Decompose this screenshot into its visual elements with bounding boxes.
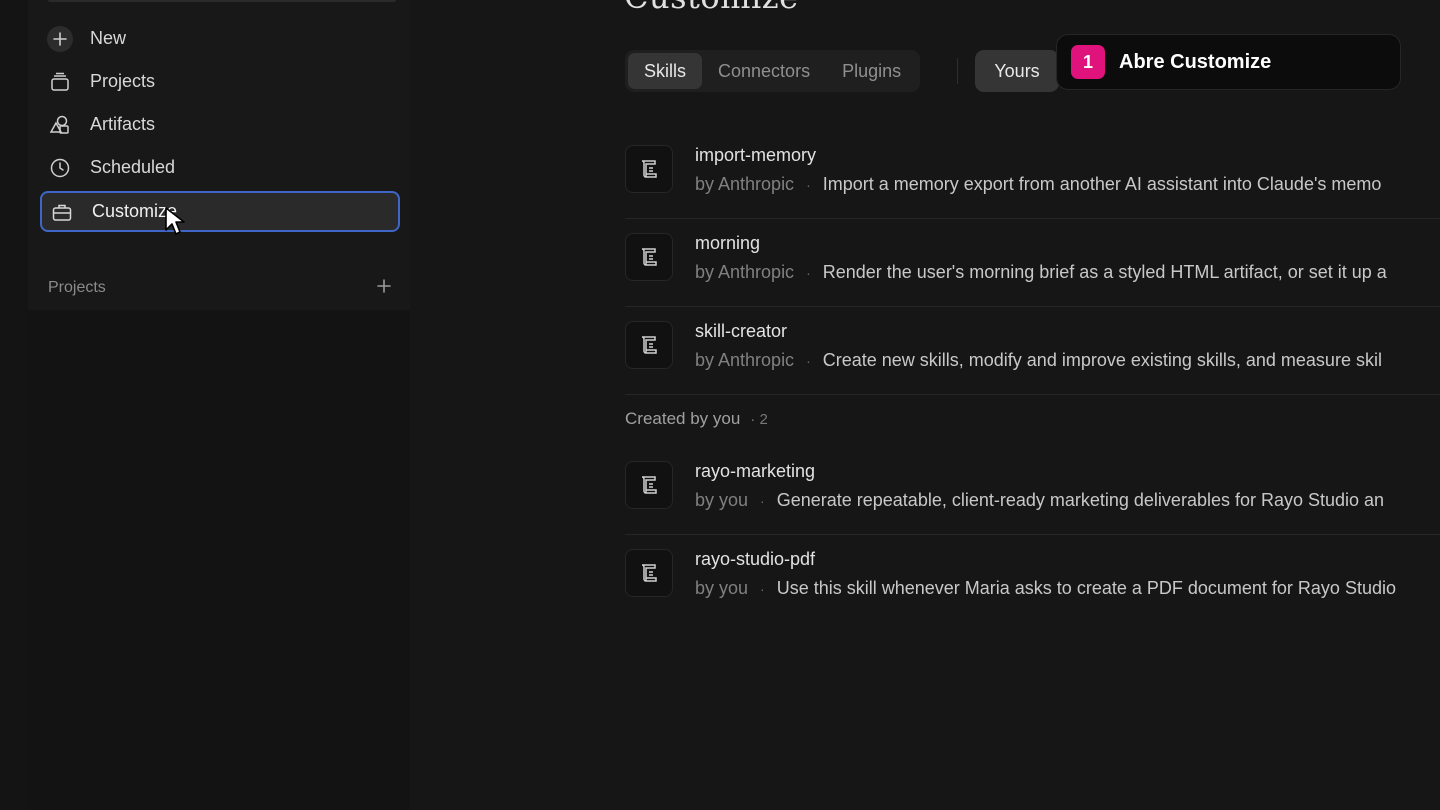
skill-description: Use this skill whenever Maria asks to cr… (776, 578, 1396, 598)
skill-name: import-memory (695, 145, 817, 165)
skill-row-rayo-marketing[interactable]: rayo-marketing by you · Generate repeata… (625, 447, 1440, 535)
tab-divider (957, 58, 958, 84)
projects-section-header: Projects (48, 276, 392, 300)
sidebar-item-new[interactable]: New (40, 18, 400, 59)
sidebar-search-edge (48, 0, 396, 2)
sidebar: New Projects Artifacts Scheduled Customi… (0, 0, 410, 810)
skill-author: by Anthropic (695, 262, 795, 282)
scroll-icon (625, 461, 673, 509)
skill-meta: by Anthropic · Import a memory export fr… (695, 174, 1381, 195)
skill-author: by Anthropic (695, 174, 795, 194)
skill-name: morning (695, 233, 761, 253)
separator-dot: · (806, 353, 811, 369)
skill-description: Import a memory export from another AI a… (822, 174, 1382, 194)
sidebar-lower (28, 310, 410, 810)
scroll-icon (625, 549, 673, 597)
skill-author: by Anthropic (695, 350, 795, 370)
skill-row-skill-creator[interactable]: skill-creator by Anthropic · Create new … (625, 307, 1440, 395)
skill-author: by you (695, 578, 749, 598)
tab-connectors[interactable]: Connectors (702, 53, 826, 89)
tab-bar: Skills Connectors Plugins (625, 50, 921, 92)
sidebar-item-artifacts[interactable]: Artifacts (40, 104, 400, 145)
callout-text: Abre Customize (1119, 50, 1272, 73)
stack-icon (46, 68, 74, 96)
sidebar-item-label: Projects (90, 71, 156, 91)
add-project-icon[interactable] (376, 278, 392, 299)
created-by-you-header: Created by you · 2 (625, 409, 768, 429)
mouse-cursor-icon (165, 207, 185, 235)
separator-dot: · (806, 265, 811, 281)
briefcase-icon (48, 198, 76, 226)
projects-section-label: Projects (48, 279, 106, 296)
sidebar-item-label: New (90, 28, 127, 48)
tab-plugins[interactable]: Plugins (826, 53, 917, 89)
skill-name: skill-creator (695, 321, 788, 341)
shapes-icon (46, 111, 74, 139)
page-title: Customize (624, 0, 799, 16)
skill-meta: by Anthropic · Render the user's morning… (695, 262, 1387, 283)
skill-meta: by you · Generate repeatable, client-rea… (695, 490, 1384, 511)
step-badge: 1 (1071, 45, 1105, 79)
skill-row-import-memory[interactable]: import-memory by Anthropic · Import a me… (625, 131, 1440, 219)
clock-icon (46, 154, 74, 182)
scroll-icon (625, 321, 673, 369)
separator-dot: · (760, 493, 765, 509)
skill-description: Create new skills, modify and improve ex… (822, 350, 1382, 370)
sidebar-item-label: Scheduled (90, 157, 176, 177)
tab-skills[interactable]: Skills (628, 53, 703, 89)
section-label: Created by you (625, 409, 741, 428)
skill-row-morning[interactable]: morning by Anthropic · Render the user's… (625, 219, 1440, 307)
separator-dot: · (760, 581, 765, 597)
skill-name: rayo-studio-pdf (695, 549, 816, 569)
skill-meta: by Anthropic · Create new skills, modify… (695, 350, 1382, 371)
plus-icon (46, 25, 74, 53)
skill-name: rayo-marketing (695, 461, 816, 481)
skill-description: Render the user's morning brief as a sty… (822, 262, 1387, 282)
skill-meta: by you · Use this skill whenever Maria a… (695, 578, 1396, 599)
sidebar-item-label: Artifacts (90, 114, 156, 134)
step-callout: 1 Abre Customize (1056, 34, 1401, 90)
skill-author: by you (695, 490, 749, 510)
sidebar-item-customize[interactable]: Customize (40, 191, 400, 232)
sidebar-item-projects[interactable]: Projects (40, 61, 400, 102)
section-count: · 2 (750, 411, 768, 428)
sidebar-item-scheduled[interactable]: Scheduled (40, 147, 400, 188)
skill-description: Generate repeatable, client-ready market… (776, 490, 1385, 510)
filter-yours-button[interactable]: Yours (975, 50, 1059, 92)
scroll-icon (625, 233, 673, 281)
separator-dot: · (806, 177, 811, 193)
scroll-icon (625, 145, 673, 193)
skill-row-rayo-studio-pdf[interactable]: rayo-studio-pdf by you · Use this skill … (625, 535, 1440, 623)
